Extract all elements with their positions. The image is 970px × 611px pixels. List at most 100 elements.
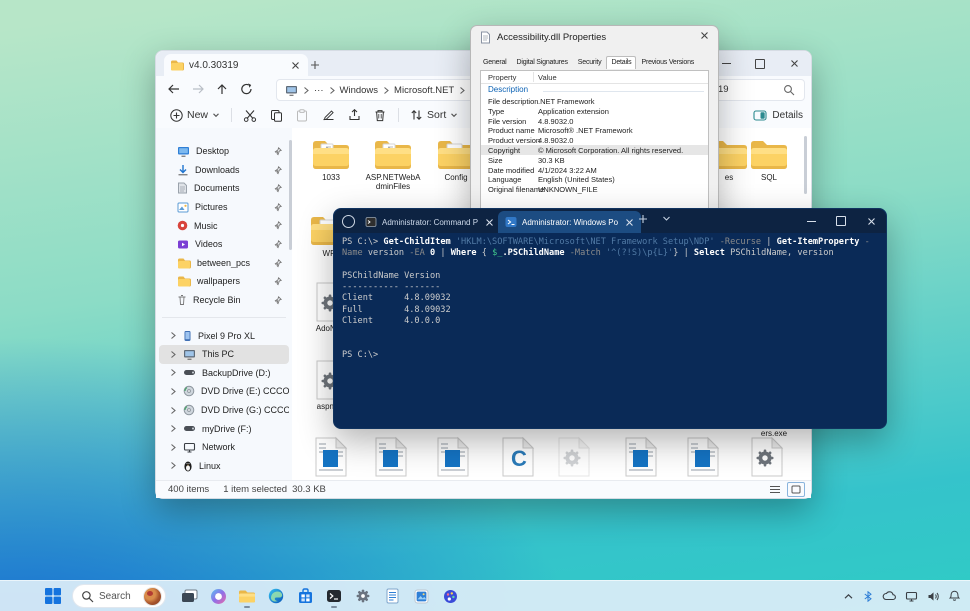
tray-network-icon[interactable] bbox=[905, 591, 918, 602]
share-button[interactable] bbox=[341, 104, 367, 126]
taskbar-app-photos[interactable] bbox=[410, 584, 432, 608]
new-tab-button[interactable] bbox=[308, 58, 322, 72]
search-box[interactable]: 19 bbox=[704, 79, 805, 101]
sidebar-item-documents[interactable]: Documents bbox=[159, 179, 289, 198]
sidebar-item-backupdrive-d-[interactable]: BackupDrive (D:) bbox=[159, 364, 289, 383]
expand-chevron-icon[interactable] bbox=[169, 424, 177, 433]
tab-close-icon[interactable] bbox=[288, 58, 302, 72]
file-item[interactable] bbox=[613, 436, 669, 478]
details-view-toggle[interactable] bbox=[767, 483, 783, 496]
tab-close-icon[interactable] bbox=[625, 218, 634, 227]
file-item[interactable]: 1033 bbox=[303, 138, 359, 183]
expand-chevron-icon[interactable] bbox=[169, 331, 177, 340]
sidebar-item-downloads[interactable]: Downloads bbox=[159, 161, 289, 180]
taskbar-app-notepad[interactable] bbox=[381, 584, 403, 608]
sidebar-item-pictures[interactable]: Pictures bbox=[159, 198, 289, 217]
breadcrumb-item[interactable]: Windows bbox=[340, 85, 379, 96]
sidebar-item-desktop[interactable]: Desktop bbox=[159, 142, 289, 161]
file-label[interactable]: ers.exe bbox=[746, 428, 802, 439]
refresh-button[interactable] bbox=[234, 79, 258, 99]
details-pane-button[interactable]: Details bbox=[753, 110, 803, 121]
new-button[interactable]: New bbox=[164, 104, 226, 126]
expand-chevron-icon[interactable] bbox=[169, 461, 177, 470]
dialog-tab-digital-signatures[interactable]: Digital Signatures bbox=[512, 56, 573, 68]
sidebar-item-mydrive-f-[interactable]: myDrive (F:) bbox=[159, 419, 289, 438]
property-row[interactable]: Size30.3 KB bbox=[481, 155, 708, 165]
property-row[interactable]: TypeApplication extension bbox=[481, 106, 708, 116]
terminal-close-button[interactable] bbox=[856, 209, 886, 233]
taskbar-app-store[interactable] bbox=[294, 584, 316, 608]
tray-volume-icon[interactable] bbox=[927, 591, 940, 602]
sidebar-item-pixel-9-pro-xl[interactable]: Pixel 9 Pro XL bbox=[159, 326, 289, 345]
taskbar-app-task-view[interactable] bbox=[178, 584, 200, 608]
property-row[interactable]: Product nameMicrosoft® .NET Framework bbox=[481, 125, 708, 135]
file-item[interactable] bbox=[739, 436, 795, 478]
property-row[interactable]: Copyright© Microsoft Corporation. All ri… bbox=[481, 145, 708, 155]
terminal-tab[interactable]: Administrator: Command Pron bbox=[358, 211, 501, 233]
expand-chevron-icon[interactable] bbox=[169, 368, 177, 377]
dialog-tab-previous-versions[interactable]: Previous Versions bbox=[636, 56, 699, 68]
sidebar-item-linux[interactable]: Linux bbox=[159, 457, 289, 476]
search-box-image[interactable] bbox=[143, 587, 162, 606]
sidebar-item-wallpapers[interactable]: wallpapers bbox=[159, 272, 289, 291]
taskbar-search-box[interactable]: Search bbox=[72, 584, 166, 608]
tray-onedrive-icon[interactable] bbox=[882, 591, 896, 601]
file-item[interactable]: SQL bbox=[741, 138, 797, 183]
large-icons-view-toggle[interactable] bbox=[787, 482, 805, 497]
property-row[interactable]: File description.NET Framework bbox=[481, 96, 708, 106]
sidebar-item-this-pc[interactable]: This PC bbox=[159, 345, 289, 364]
file-item[interactable] bbox=[363, 436, 419, 478]
sidebar-item-dvd-drive-g-cccoma-x64i[interactable]: DVD Drive (G:) CCCOMA_X64I bbox=[159, 401, 289, 420]
property-row[interactable]: Date modified4/1/2024 3:22 AM bbox=[481, 165, 708, 175]
sidebar-item-music[interactable]: Music bbox=[159, 216, 289, 235]
expand-chevron-icon[interactable] bbox=[169, 387, 177, 396]
taskbar-app-terminal[interactable] bbox=[323, 584, 345, 608]
taskbar-app-paint[interactable] bbox=[439, 584, 461, 608]
terminal-maximize-button[interactable] bbox=[826, 209, 856, 233]
sidebar-item-dvd-drive-e-cccoma-x64f[interactable]: DVD Drive (E:) CCCOMA_X64F bbox=[159, 382, 289, 401]
sidebar-item-recycle-bin[interactable]: Recycle Bin bbox=[159, 291, 289, 310]
sidebar-item-network[interactable]: Network bbox=[159, 438, 289, 457]
expand-chevron-icon[interactable] bbox=[169, 406, 177, 415]
property-row[interactable]: Product version4.8.9032.0 bbox=[481, 135, 708, 145]
terminal-output[interactable]: PS C:\> Get-ChildItem 'HKLM:\SOFTWARE\Mi… bbox=[342, 237, 882, 424]
tab-close-icon[interactable] bbox=[485, 218, 494, 227]
rename-button[interactable] bbox=[315, 104, 341, 126]
sort-button[interactable]: Sort bbox=[404, 104, 464, 126]
terminal-new-tab-button[interactable] bbox=[638, 214, 648, 224]
property-row[interactable]: File version4.8.9032.0 bbox=[481, 116, 708, 126]
terminal-tab[interactable]: Administrator: Windows Pow bbox=[498, 211, 641, 233]
dialog-tab-details[interactable]: Details bbox=[606, 56, 636, 69]
dialog-tab-security[interactable]: Security bbox=[573, 56, 607, 68]
terminal-minimize-button[interactable] bbox=[796, 209, 826, 233]
forward-button[interactable] bbox=[186, 79, 210, 99]
file-area-scrollbar[interactable] bbox=[804, 136, 807, 194]
property-row[interactable]: Original filenameUNKNOWN_FILE bbox=[481, 184, 708, 194]
file-item[interactable] bbox=[546, 436, 602, 478]
taskbar-app-file-explorer[interactable] bbox=[236, 584, 258, 608]
file-item[interactable]: ASP.NETWebAdminFiles bbox=[365, 138, 421, 191]
property-row[interactable]: LanguageEnglish (United States) bbox=[481, 174, 708, 184]
dialog-tab-general[interactable]: General bbox=[478, 56, 512, 68]
tray-hidden-icons-chevron[interactable] bbox=[843, 592, 854, 601]
file-item[interactable]: C bbox=[490, 436, 546, 478]
taskbar-app-settings[interactable] bbox=[352, 584, 374, 608]
file-item[interactable] bbox=[303, 436, 359, 478]
expand-chevron-icon[interactable] bbox=[169, 443, 177, 452]
file-item[interactable] bbox=[425, 436, 481, 478]
breadcrumb-item[interactable]: Microsoft.NET bbox=[394, 85, 454, 96]
file-item[interactable] bbox=[675, 436, 731, 478]
taskbar-app-edge[interactable] bbox=[265, 584, 287, 608]
paste-button[interactable] bbox=[289, 104, 315, 126]
tray-bluetooth-icon[interactable] bbox=[863, 591, 873, 602]
explorer-tab[interactable]: v4.0.30319 bbox=[164, 54, 308, 76]
back-button[interactable] bbox=[162, 79, 186, 99]
expand-chevron-icon[interactable] bbox=[169, 350, 177, 359]
delete-button[interactable] bbox=[367, 104, 393, 126]
sidebar-scrollbar[interactable] bbox=[289, 140, 292, 250]
dialog-close-icon[interactable] bbox=[700, 31, 709, 40]
terminal-tab-dropdown[interactable] bbox=[662, 214, 671, 223]
cut-button[interactable] bbox=[237, 104, 263, 126]
maximize-button[interactable] bbox=[743, 51, 777, 76]
close-button[interactable] bbox=[777, 51, 811, 76]
